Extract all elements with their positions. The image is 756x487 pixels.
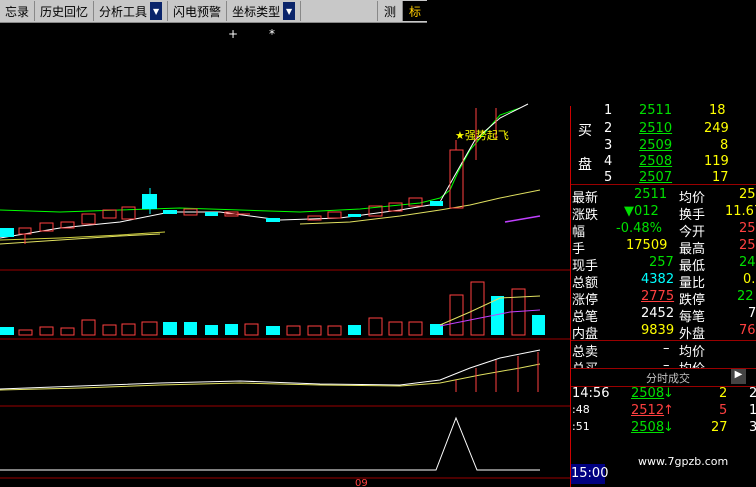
quote-row-now: 现手 257 最低 24 bbox=[572, 255, 756, 274]
flash-alert-button[interactable]: 闪电预警 bbox=[168, 1, 228, 21]
measure-button[interactable]: 测 bbox=[376, 1, 402, 21]
current-time: 15:00 bbox=[571, 464, 608, 484]
quote-row-inner: 内盘 9839 外盘 76 bbox=[572, 323, 756, 342]
chevron-down-icon[interactable]: ▼ bbox=[283, 2, 296, 20]
quote-row-hands: 手 17509 最高 25 bbox=[572, 238, 756, 257]
plus-marker: + bbox=[228, 27, 238, 41]
top-toolbar: 忘录 历史回忆 分析工具 ▼ 闪电预警 坐标类型 ▼ 测 标 bbox=[0, 0, 427, 23]
coordinate-type-label: 坐标类型 bbox=[232, 4, 281, 19]
order-row: 4 2508 119 bbox=[604, 154, 729, 169]
kline-chart[interactable]: + * ★强势起飞 09 bbox=[0, 23, 570, 487]
ma-magenta bbox=[504, 215, 541, 223]
analysis-tools-label: 分析工具 bbox=[99, 4, 148, 19]
quote-panel: 买 盘 1 2511 18 2 2510 249 3 2509 8 4 2508… bbox=[570, 103, 756, 487]
asterisk-marker: * bbox=[269, 27, 275, 41]
memo-button[interactable]: 忘录 bbox=[0, 1, 36, 21]
quote-row-limit: 涨停 2775 跌停 22 bbox=[572, 289, 754, 308]
analysis-tools-button[interactable]: 分析工具 ▼ bbox=[94, 1, 169, 21]
coordinate-type-button[interactable]: 坐标类型 ▼ bbox=[227, 1, 302, 21]
quote-row-change: 涨跌 ▼012 换手 11.67 bbox=[572, 204, 756, 223]
volume-bars bbox=[0, 281, 545, 336]
ticks-next-icon[interactable]: ▶ bbox=[731, 369, 746, 384]
quote-row-trades: 总笔 2452 每笔 7 bbox=[572, 306, 756, 325]
signal-label: ★强势起飞 bbox=[455, 129, 509, 142]
quote-row-amount: 总额 4382 量比 0. bbox=[572, 272, 756, 291]
candles bbox=[0, 108, 497, 244]
ma-green bbox=[0, 107, 521, 213]
ticks-header[interactable]: 分时成交 ▶ bbox=[571, 368, 756, 387]
order-row: 3 2509 8 bbox=[604, 138, 729, 153]
ma-white bbox=[0, 103, 529, 239]
quote-row-latest: 最新 2511 均价 25 bbox=[572, 187, 756, 206]
tick-row: :51 2508 ↓ 27 3 bbox=[572, 420, 756, 435]
watermark: www.7gpzb.com bbox=[638, 455, 729, 468]
quote-row-total-sell: 总卖 – 均价 bbox=[572, 341, 706, 360]
tick-row: :48 2512 ↑ 5 1 bbox=[572, 403, 756, 418]
order-row: 2 2510 249 bbox=[604, 121, 729, 136]
mark-button[interactable]: 标 bbox=[401, 1, 427, 21]
order-row: 1 2511 18 bbox=[604, 103, 726, 118]
ma-yellow bbox=[0, 189, 541, 245]
date-label: 09 bbox=[355, 478, 368, 487]
history-button[interactable]: 历史回忆 bbox=[35, 1, 95, 21]
chevron-down-icon[interactable]: ▼ bbox=[150, 2, 163, 20]
order-row: 5 2507 17 bbox=[604, 170, 729, 185]
tick-row: 14:56 2508 ↓ 2 2 bbox=[572, 386, 756, 401]
quote-row-pct: 幅 -0.48% 今开 25 bbox=[572, 221, 756, 240]
